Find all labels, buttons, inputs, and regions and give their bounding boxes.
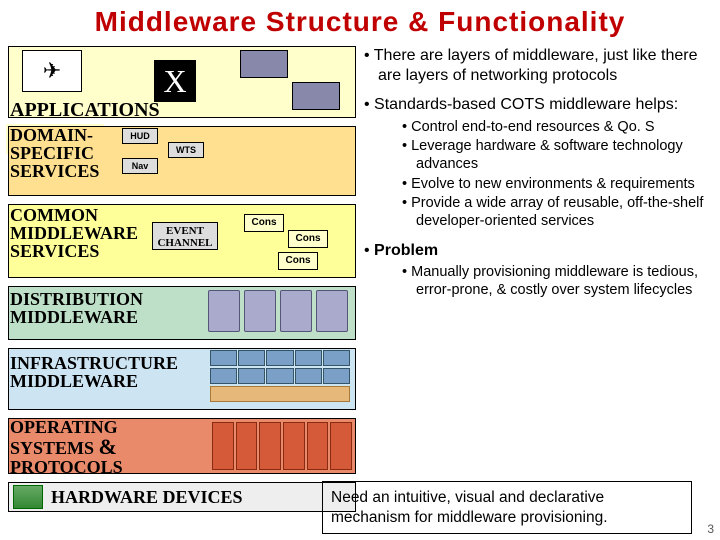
- layer-operating-systems: OPERATING SYSTEMS & PROTOCOLS: [6, 416, 358, 476]
- bullet-layers: There are layers of middleware, just lik…: [364, 46, 710, 85]
- gears-icon: [208, 290, 348, 332]
- workstation-icon: [292, 82, 340, 110]
- bullet-text-area: There are layers of middleware, just lik…: [364, 46, 710, 310]
- layer-applications: ✈ X APPLICATIONS: [6, 44, 358, 120]
- wts-box: WTS: [168, 142, 204, 158]
- consumer-box: Cons: [244, 214, 284, 232]
- hardware-label: HARDWARE DEVICES: [51, 487, 243, 508]
- infrastructure-label: INFRASTRUCTURE MIDDLEWARE: [10, 354, 190, 390]
- bullet-problem: Problem Manually provisioning middleware…: [364, 241, 710, 300]
- os-bars-icon: [212, 422, 352, 470]
- common-middleware-label: COMMON MIDDLEWARE SERVICES: [10, 206, 150, 260]
- event-channel-box: EVENT CHANNEL: [152, 222, 218, 250]
- layer-domain-specific: DOMAIN- SPECIFIC SERVICES HUD Nav WTS RE…: [6, 124, 358, 198]
- hud-box: HUD: [122, 128, 158, 144]
- domain-specific-label: DOMAIN- SPECIFIC SERVICES: [10, 126, 120, 180]
- layer-infrastructure: INFRASTRUCTURE MIDDLEWARE: [6, 346, 358, 412]
- chip-icon: [13, 485, 43, 509]
- distribution-label: DISTRIBUTION MIDDLEWARE: [10, 290, 170, 326]
- consumer-box: Cons: [288, 230, 328, 248]
- nav-box: Nav: [122, 158, 158, 174]
- layer-stack-diagram: ✈ X APPLICATIONS DOMAIN- SPECIFIC SERVIC…: [6, 44, 358, 536]
- applications-label: APPLICATIONS: [10, 99, 160, 122]
- slide-title: Middleware Structure & Functionality: [0, 0, 720, 42]
- os-label: OPERATING SYSTEMS & PROTOCOLS: [10, 418, 123, 476]
- page-number: 3: [707, 522, 714, 536]
- x-window-icon: X: [154, 60, 196, 102]
- server-rack-icon: [210, 350, 350, 406]
- need-statement-box: Need an intuitive, visual and declarativ…: [322, 481, 692, 534]
- workstation-icon: [240, 50, 288, 78]
- satellite-icon: ✈: [22, 50, 82, 92]
- subbullet: Provide a wide array of reusable, off-th…: [402, 195, 710, 230]
- layer-hardware: HARDWARE DEVICES: [6, 480, 358, 514]
- consumer-box: Cons: [278, 252, 318, 270]
- subbullet: Control end-to-end resources & Qo. S: [402, 119, 710, 137]
- subbullet: Evolve to new environments & requirement…: [402, 176, 710, 194]
- layer-common-middleware: COMMON MIDDLEWARE SERVICES EVENT CHANNEL…: [6, 202, 358, 280]
- subbullet: Leverage hardware & software technology …: [402, 138, 710, 173]
- subbullet: Manually provisioning middleware is tedi…: [402, 264, 710, 299]
- layer-distribution: DISTRIBUTION MIDDLEWARE: [6, 284, 358, 342]
- bullet-cots: Standards-based COTS middleware helps: C…: [364, 95, 710, 231]
